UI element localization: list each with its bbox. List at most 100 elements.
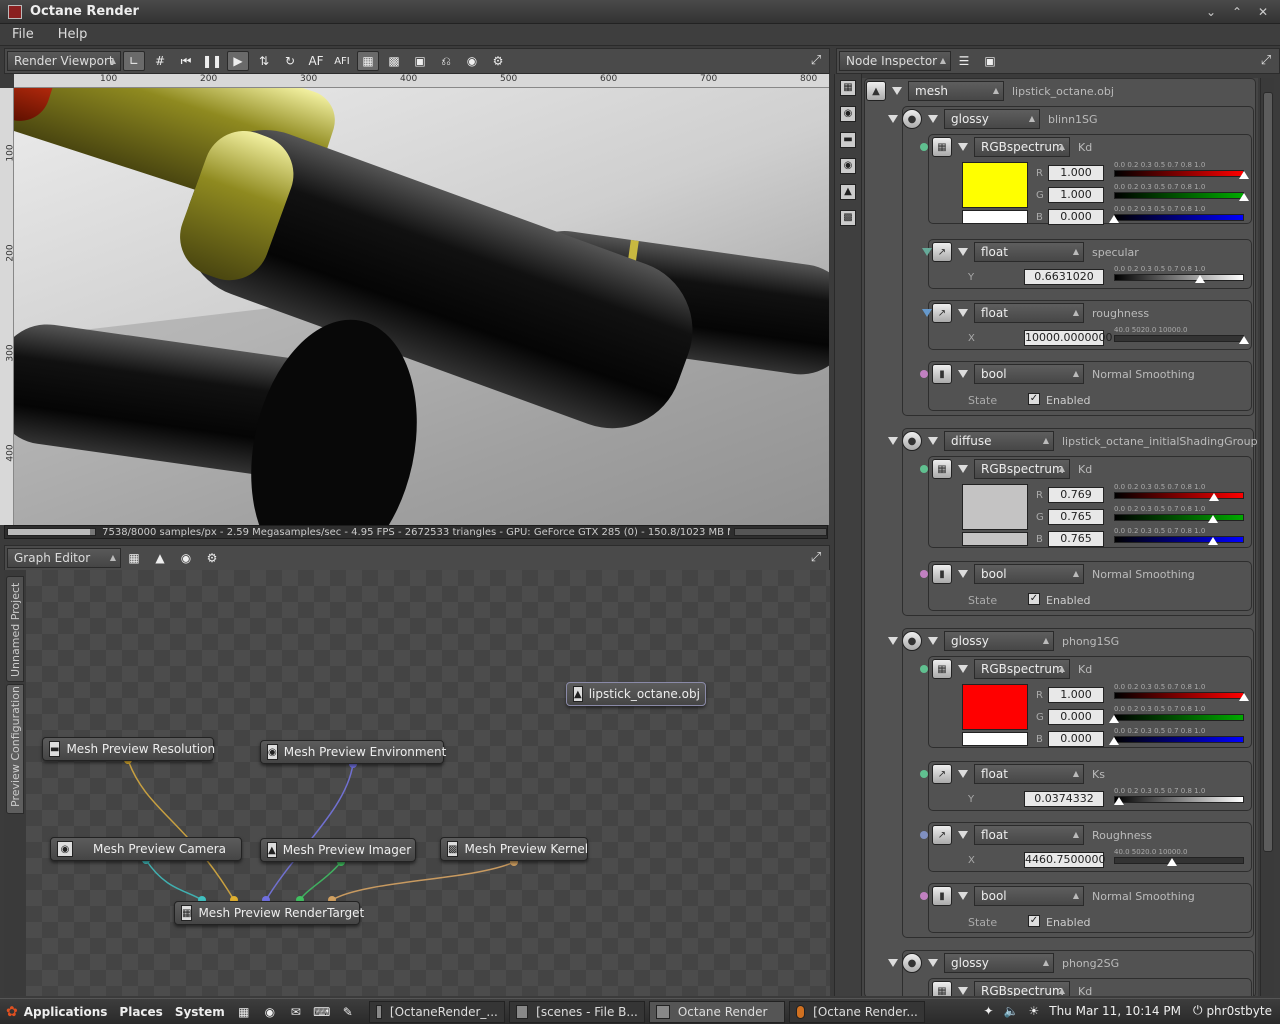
collapse-triangle-icon[interactable] — [958, 465, 968, 473]
task-octane-render[interactable]: Octane Render — [648, 1000, 785, 1023]
mat1-expand-icon[interactable] — [888, 115, 898, 123]
mat3-roughness-slider[interactable]: 40.0 5020.0 10000.0 — [1114, 848, 1244, 868]
mat3-g-slider[interactable]: 0.0 0.2 0.3 0.5 0.7 0.8 1.0 — [1109, 705, 1244, 725]
mat2-expand-icon[interactable] — [888, 437, 898, 445]
pin-icon[interactable] — [920, 831, 928, 839]
minimize-icon[interactable]: ⌄ — [1202, 3, 1220, 21]
update-icon[interactable]: ☀ — [1028, 1004, 1039, 1018]
mat3-ks-type-select[interactable]: float ▲ — [974, 764, 1084, 784]
collapse-triangle-icon[interactable] — [928, 637, 938, 645]
pin-icon[interactable] — [920, 370, 928, 378]
ks-value-field[interactable]: 0.0374332 — [1024, 791, 1104, 807]
camera-pick-icon[interactable]: ⎌ — [435, 51, 457, 71]
render-viewport[interactable] — [14, 88, 829, 525]
mat1-r-slider[interactable]: 0.0 0.2 0.3 0.5 0.7 0.8 1.0 — [1114, 161, 1249, 181]
node-mesh-preview-camera[interactable]: ◉ Mesh Preview Camera — [50, 837, 242, 861]
collapse-triangle-icon[interactable] — [958, 143, 968, 151]
menu-file[interactable]: File — [0, 27, 46, 42]
mat1-color-swatch[interactable] — [962, 162, 1028, 208]
alpha-icon[interactable]: ▦ — [357, 51, 379, 71]
ks-slider[interactable]: 0.0 0.2 0.3 0.5 0.7 0.8 1.0 — [1114, 787, 1244, 807]
mesh-type-select[interactable]: mesh ▲ — [908, 81, 1004, 101]
refresh-icon[interactable]: ↻ — [279, 51, 301, 71]
mat3-roughness-value-field[interactable]: 4460.7500000 — [1024, 852, 1105, 868]
mat3-smoothing-checkbox[interactable]: ✓ — [1028, 915, 1040, 927]
save-graph-icon[interactable]: ▦ — [123, 548, 145, 568]
add-mesh-icon[interactable]: ▲ — [149, 548, 171, 568]
ubuntu-logo-icon[interactable]: ✿ — [6, 1004, 18, 1020]
mat2-b-slider[interactable]: 0.0 0.2 0.3 0.5 0.7 0.8 1.0 — [1114, 527, 1244, 547]
pin-icon[interactable] — [920, 143, 928, 151]
environment-icon[interactable]: ◉ — [840, 158, 856, 174]
collapse-triangle-icon[interactable] — [892, 87, 902, 95]
imager-icon[interactable]: ▲ — [840, 184, 856, 200]
terminal-launcher-icon[interactable]: ▦ — [233, 1002, 255, 1022]
mat3-b-field[interactable]: 0.000 — [1048, 731, 1104, 747]
camera-icon[interactable]: ◉ — [840, 106, 856, 122]
play-icon[interactable]: ▶ — [227, 51, 249, 71]
collapse-triangle-icon[interactable] — [958, 831, 968, 839]
mat1-smoothing-checkbox[interactable]: ✓ — [1028, 393, 1040, 405]
mat1-smoothing-type-select[interactable]: bool ▲ — [974, 364, 1084, 384]
mat3-b-slider[interactable]: 0.0 0.2 0.3 0.5 0.7 0.8 1.0 — [1109, 727, 1244, 747]
mat4-kd-type-select[interactable]: RGBspectrum ▲ — [974, 981, 1070, 996]
network-icon[interactable]: ✦ — [983, 1004, 993, 1018]
collapse-triangle-icon[interactable] — [928, 115, 938, 123]
expand-icon[interactable]: ▣ — [979, 51, 1001, 71]
mat1-g-slider[interactable]: 0.0 0.2 0.3 0.5 0.7 0.8 1.0 — [1114, 183, 1249, 203]
mat2-g-field[interactable]: 0.765 — [1048, 509, 1104, 525]
roughness-value-field[interactable]: 10000.0000000 — [1024, 330, 1112, 346]
expand-graph-icon[interactable]: ⤢ — [807, 549, 825, 567]
inspector-select[interactable]: Node Inspector ▲ — [839, 51, 951, 71]
collapse-icon[interactable]: ☰ — [953, 51, 975, 71]
username[interactable]: phr0stbyte — [1206, 1004, 1272, 1018]
mat3-r-field[interactable]: 1.000 — [1048, 687, 1104, 703]
expand-viewport-icon[interactable]: ⤢ — [807, 52, 825, 70]
mat2-type-select[interactable]: diffuse ▲ — [944, 431, 1054, 451]
checker2-icon[interactable]: ▣ — [409, 51, 431, 71]
collapse-triangle-icon[interactable] — [958, 370, 968, 378]
mat1-b-slider[interactable]: 0.0 0.2 0.3 0.5 0.7 0.8 1.0 — [1109, 205, 1244, 225]
pin-icon[interactable] — [920, 892, 928, 900]
node-mesh-preview-rendertarget[interactable]: ▦ Mesh Preview RenderTarget — [174, 901, 364, 925]
mat2-g-slider[interactable]: 0.0 0.2 0.3 0.5 0.7 0.8 1.0 — [1114, 505, 1244, 525]
mat2-r-slider[interactable]: 0.0 0.2 0.3 0.5 0.7 0.8 1.0 — [1114, 483, 1244, 503]
mat2-smoothing-type-select[interactable]: bool ▲ — [974, 564, 1084, 584]
maximize-icon[interactable]: ⌃ — [1228, 3, 1246, 21]
scrollbar-thumb[interactable] — [1263, 92, 1273, 852]
mat3-smoothing-type-select[interactable]: bool ▲ — [974, 886, 1084, 906]
render-target-icon[interactable]: ▦ — [840, 80, 856, 96]
pin-icon[interactable] — [920, 570, 928, 578]
collapse-triangle-icon[interactable] — [958, 309, 968, 317]
inspector-scrollbar[interactable] — [1260, 78, 1274, 996]
node-mesh-preview-resolution[interactable]: ▬ Mesh Preview Resolution — [42, 737, 215, 761]
checker-icon[interactable]: ▩ — [383, 51, 405, 71]
mat1-kd-type-select[interactable]: RGBspectrum ▲ — [974, 137, 1070, 157]
mat1-g-field[interactable]: 1.000 — [1048, 187, 1104, 203]
mat1-b-field[interactable]: 0.000 — [1048, 209, 1104, 225]
collapse-triangle-icon[interactable] — [958, 570, 968, 578]
view-mode-select[interactable]: Render Viewport ▲ — [7, 51, 121, 71]
af-icon[interactable]: AF — [305, 51, 327, 71]
roughness-expand-icon[interactable] — [922, 309, 932, 317]
power-icon[interactable]: ⏻ — [1193, 1003, 1203, 1018]
mat2-color-swatch[interactable] — [962, 484, 1028, 530]
expand-inspector-icon[interactable]: ⤢ — [1257, 52, 1275, 70]
node-mesh-preview-imager[interactable]: ▲ Mesh Preview Imager — [260, 838, 416, 862]
mat4-expand-icon[interactable] — [888, 959, 898, 967]
pin-icon[interactable] — [920, 465, 928, 473]
specular-value-field[interactable]: 0.6631020 — [1024, 269, 1104, 285]
firefox-launcher-icon[interactable]: ◉ — [259, 1002, 281, 1022]
mat3-kd-type-select[interactable]: RGBspectrum ▲ — [974, 659, 1070, 679]
region-icon[interactable]: ◉ — [461, 51, 483, 71]
mat2-b-field[interactable]: 0.765 — [1048, 531, 1104, 547]
mat1-specular-type-select[interactable]: float ▲ — [974, 242, 1084, 262]
mat3-type-select[interactable]: glossy ▲ — [944, 631, 1054, 651]
graph-editor-select[interactable]: Graph Editor ▲ — [7, 548, 121, 568]
grid-icon[interactable]: # — [149, 51, 171, 71]
close-icon[interactable]: ✕ — [1254, 3, 1272, 21]
mat1-roughness-type-select[interactable]: float ▲ — [974, 303, 1084, 323]
arrange-icon[interactable]: ⚙ — [201, 548, 223, 568]
mail-launcher-icon[interactable]: ✉ — [285, 1002, 307, 1022]
task-scenes-browser[interactable]: [scenes - File B... — [508, 1000, 645, 1023]
